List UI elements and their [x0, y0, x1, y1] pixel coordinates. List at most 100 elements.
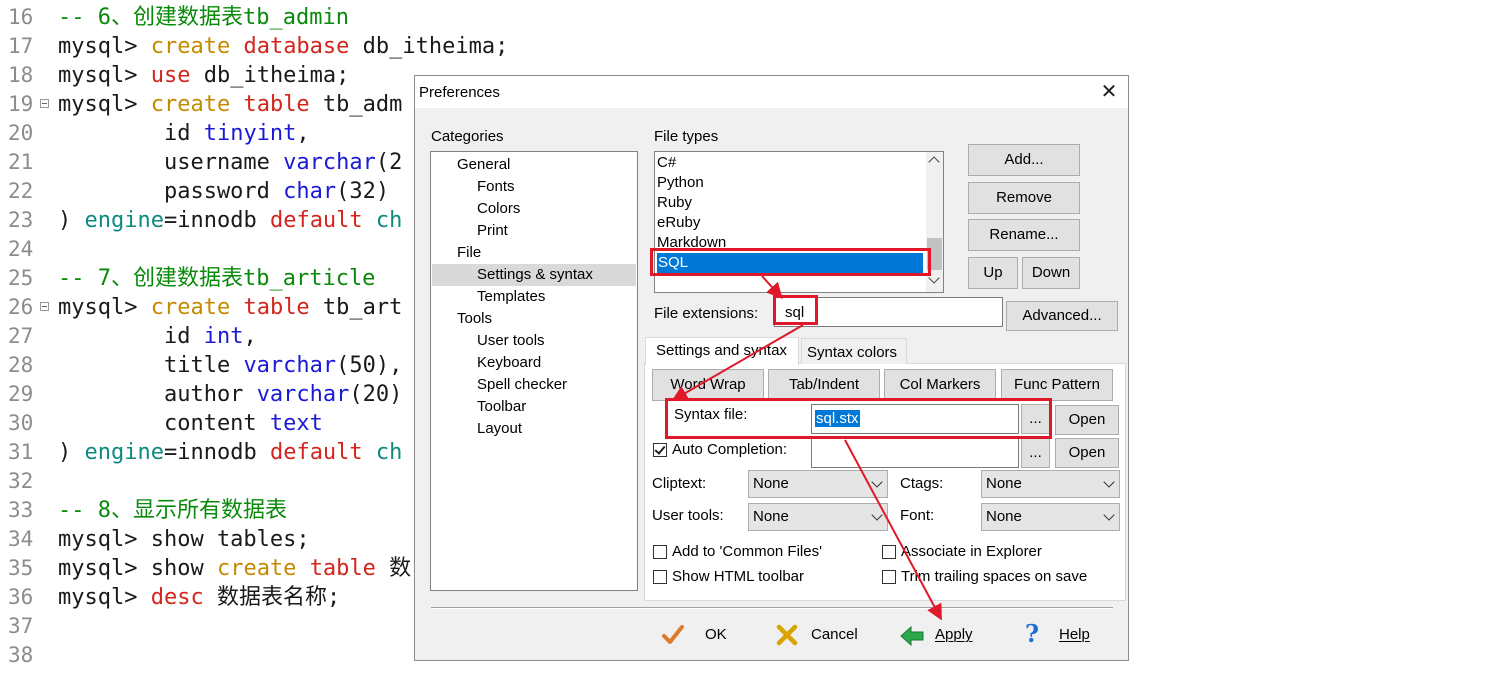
category-item[interactable]: Toolbar [477, 396, 526, 418]
code-token: id [58, 324, 204, 349]
syntax-open-button[interactable]: Open [1055, 405, 1119, 435]
trim-spaces-checkbox[interactable] [882, 570, 896, 584]
code-token: 数 [375, 556, 412, 581]
code-token: -- 6、创建数据表tb_admin [58, 5, 349, 30]
file-type-item[interactable]: C# [657, 153, 676, 173]
apply-button[interactable]: Apply [899, 621, 989, 651]
code-token: (32) [336, 179, 390, 204]
code-token: database [243, 34, 350, 59]
code-token: (20) [349, 382, 403, 407]
fold-toggle-icon[interactable] [40, 302, 49, 311]
word-wrap-button[interactable]: Word Wrap [652, 369, 764, 401]
category-item[interactable]: User tools [477, 330, 545, 352]
code-token: engine [84, 208, 164, 233]
code-token: mysql> [58, 34, 151, 59]
line-number: 21 [8, 150, 34, 174]
code-text: id int, [58, 322, 257, 351]
code-text: content text [58, 409, 323, 438]
line-number: 31 [8, 440, 34, 464]
code-text: mysql> create table tb_art [58, 293, 402, 322]
title-bar: Preferences ✕ [415, 76, 1128, 108]
tab-label: Syntax colors [807, 344, 898, 361]
line-number: 34 [8, 527, 34, 551]
scroll-up-icon[interactable] [928, 156, 940, 168]
category-item[interactable]: General [457, 154, 510, 176]
down-button[interactable]: Down [1022, 257, 1080, 289]
associate-explorer-checkbox[interactable] [882, 545, 896, 559]
apply-label: Apply [935, 626, 973, 643]
tab-settings-syntax[interactable]: Settings and syntax [645, 337, 799, 365]
remove-button[interactable]: Remove [968, 182, 1080, 214]
category-item[interactable]: Keyboard [477, 352, 541, 374]
code-token: engine [84, 440, 164, 465]
file-type-item[interactable]: eRuby [657, 213, 700, 233]
category-item[interactable]: Tools [457, 308, 492, 330]
auto-completion-checkbox[interactable] [653, 443, 667, 457]
font-select[interactable]: None [981, 503, 1120, 531]
category-item[interactable]: File [457, 242, 481, 264]
tab-indent-button[interactable]: Tab/Indent [768, 369, 880, 401]
categories-tree[interactable]: General Fonts Colors Print File Settings & sy… [430, 151, 638, 591]
code-token: table [309, 556, 376, 581]
code-token: =innodb [163, 440, 270, 465]
code-token: use [150, 63, 191, 88]
auto-completion-browse-button[interactable]: ... [1021, 438, 1050, 468]
up-button[interactable]: Up [968, 257, 1018, 289]
user-tools-value: None [753, 508, 789, 525]
col-markers-button[interactable]: Col Markers [884, 369, 996, 401]
common-files-checkbox[interactable] [653, 545, 667, 559]
code-token: db_itheima; [190, 63, 350, 88]
add-button[interactable]: Add... [968, 144, 1080, 176]
code-text: ) engine=innodb default ch [58, 206, 402, 235]
category-item[interactable]: Fonts [477, 176, 515, 198]
category-item[interactable]: Layout [477, 418, 522, 440]
ok-button[interactable]: OK [661, 621, 741, 651]
html-toolbar-checkbox[interactable] [653, 570, 667, 584]
code-token: create [150, 34, 231, 59]
close-icon[interactable]: ✕ [1096, 79, 1122, 105]
cancel-button[interactable]: Cancel [775, 621, 865, 651]
help-button[interactable]: ? Help [1023, 619, 1113, 651]
category-item[interactable]: Spell checker [477, 374, 567, 396]
code-token: varchar [256, 382, 350, 407]
cliptext-value: None [753, 475, 789, 492]
category-item[interactable]: Colors [477, 198, 520, 220]
category-item[interactable]: Print [477, 220, 508, 242]
code-text: mysql> desc 数据表名称; [58, 583, 340, 612]
file-type-item[interactable]: Python [657, 173, 704, 193]
code-token: =innodb [163, 208, 270, 233]
code-token: ) [58, 440, 85, 465]
user-tools-label: User tools: [652, 507, 724, 524]
code-token: table [243, 295, 310, 320]
code-text: -- 6、创建数据表tb_admin [58, 3, 349, 32]
code-token: (2 [375, 150, 403, 175]
ctags-select[interactable]: None [981, 470, 1120, 498]
category-item[interactable]: Templates [477, 286, 545, 308]
file-extensions-label: File extensions: [654, 305, 759, 322]
footer-divider [431, 607, 1113, 609]
checkmark-icon [662, 625, 684, 644]
fold-toggle-icon[interactable] [40, 99, 49, 108]
file-type-item[interactable]: Ruby [657, 193, 692, 213]
func-pattern-button[interactable]: Func Pattern [1001, 369, 1113, 401]
ctags-label: Ctags: [900, 475, 944, 492]
code-token: -- 7、创建数据表tb_article [58, 266, 376, 291]
rename-button[interactable]: Rename... [968, 219, 1080, 251]
advanced-button[interactable]: Advanced... [1006, 301, 1118, 331]
common-files-label: Add to 'Common Files' [672, 543, 822, 560]
auto-completion-open-button[interactable]: Open [1055, 438, 1119, 468]
file-types-label: File types [654, 128, 719, 145]
line-number: 23 [8, 208, 34, 232]
user-tools-select[interactable]: None [748, 503, 888, 531]
code-text: mysql> use db_itheima; [58, 61, 349, 90]
code-text: mysql> show create table 数 [58, 554, 411, 583]
tab-syntax-colors[interactable]: Syntax colors [801, 338, 907, 364]
cliptext-select[interactable]: None [748, 470, 888, 498]
auto-completion-input[interactable] [811, 438, 1019, 468]
code-token: author [58, 382, 257, 407]
category-item[interactable]: Settings & syntax [432, 264, 636, 286]
code-text: -- 8、显示所有数据表 [58, 496, 287, 525]
